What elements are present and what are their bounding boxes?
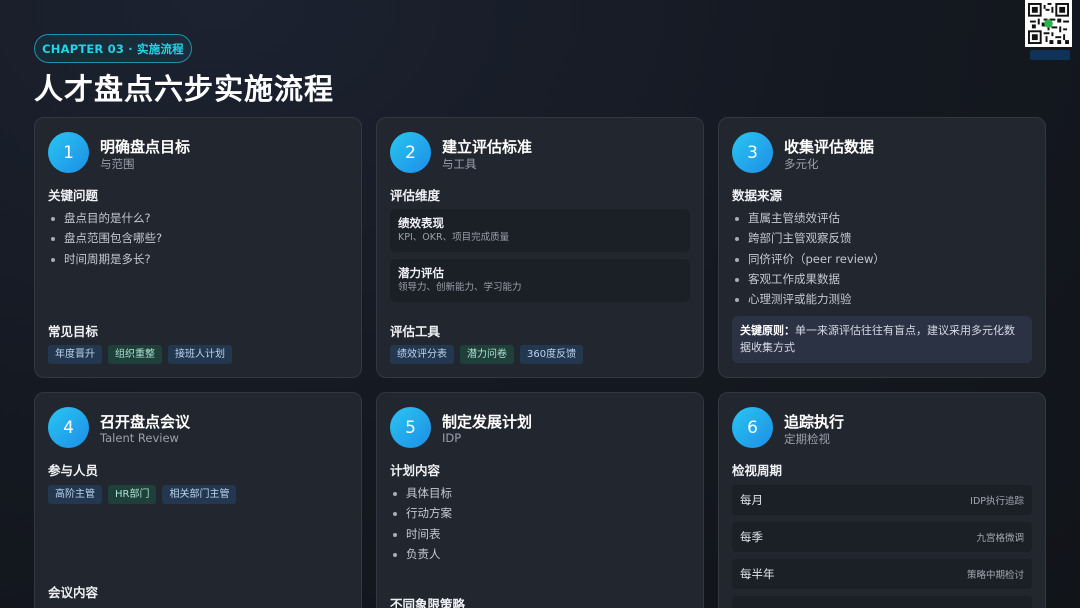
list-item: 时间周期是多长?: [50, 249, 162, 269]
tag: HR部门: [108, 485, 157, 504]
step-number: 4: [48, 407, 89, 448]
step-title: 召开盘点会议: [100, 413, 191, 431]
tag: 360度反馈: [520, 345, 584, 364]
review-period: 每季: [740, 530, 763, 544]
page-title: 人才盘点六步实施流程: [34, 72, 335, 106]
bullet-list: 直属主管绩效评估 跨部门主管观察反馈 同侪评价（peer review） 客观工…: [734, 208, 885, 309]
qr-caption: [1030, 50, 1070, 60]
review-row: [732, 596, 1032, 608]
dimension-desc: KPI、OKR、项目完成质量: [398, 232, 510, 243]
review-row: 每半年 策略中期检讨: [732, 559, 1032, 589]
list-item: 行动方案: [392, 503, 452, 523]
step-title: 明确盘点目标: [100, 138, 191, 156]
step-subtitle: 定期检视: [784, 432, 830, 446]
bullet-list: 盘点目的是什么? 盘点范围包含哪些? 时间周期是多长?: [50, 208, 162, 269]
tag-list: 高阶主管 HR部门 相关部门主管: [48, 485, 237, 504]
tag: 潜力问卷: [460, 345, 514, 364]
step-subtitle: Talent Review: [100, 431, 179, 445]
section-heading: 会议内容: [48, 585, 99, 600]
section-heading: 数据来源: [732, 188, 783, 203]
review-action: 九宫格微调: [976, 533, 1024, 544]
step-number: 2: [390, 132, 431, 173]
step-card-5: 5 制定发展计划 IDP 计划内容 具体目标 行动方案 时间表 负责人 不同象限…: [376, 392, 704, 608]
step-number: 1: [48, 132, 89, 173]
list-item: 具体目标: [392, 483, 452, 503]
step-subtitle: 与工具: [442, 157, 477, 171]
review-period: 每半年: [740, 567, 775, 581]
step-card-3: 3 收集评估数据 多元化 数据来源 直属主管绩效评估 跨部门主管观察反馈 同侪评…: [718, 117, 1046, 378]
tag: 组织重整: [108, 345, 162, 364]
list-item: 客观工作成果数据: [734, 269, 885, 289]
review-period: 每月: [740, 493, 763, 507]
tag: 高阶主管: [48, 485, 102, 504]
dimension-box: 潜力评估 领导力、创新能力、学习能力: [390, 259, 690, 302]
step-card-1: 1 明确盘点目标 与范围 关键问题 盘点目的是什么? 盘点范围包含哪些? 时间周…: [34, 117, 362, 378]
section-heading: 关键问题: [48, 188, 99, 203]
dimension-name: 绩效表现: [398, 216, 444, 230]
step-subtitle: 与范围: [100, 157, 135, 171]
tag: 接班人计划: [168, 345, 232, 364]
step-subtitle: 多元化: [784, 157, 819, 171]
dimension-name: 潜力评估: [398, 266, 444, 280]
review-row: 每季 九宫格微调: [732, 522, 1032, 552]
tag-list: 绩效评分表 潜力问卷 360度反馈: [390, 345, 584, 364]
review-action: 策略中期检讨: [966, 570, 1024, 581]
list-item: 同侪评价（peer review）: [734, 249, 885, 269]
step-subtitle: IDP: [442, 431, 462, 445]
key-principle-note: 关键原则：单一来源评估往往有盲点，建议采用多元化数据收集方式: [732, 316, 1032, 363]
section-heading: 检视周期: [732, 463, 783, 478]
step-number: 3: [732, 132, 773, 173]
step-title: 追踪执行: [784, 413, 845, 431]
section-heading: 评估维度: [390, 188, 441, 203]
step-card-4: 4 召开盘点会议 Talent Review 参与人员 高阶主管 HR部门 相关…: [34, 392, 362, 608]
section-heading: 常见目标: [48, 324, 99, 339]
tag: 相关部门主管: [162, 485, 237, 504]
list-item: 跨部门主管观察反馈: [734, 228, 885, 248]
step-card-6: 6 追踪执行 定期检视 检视周期 每月 IDP执行追踪 每季 九宫格微调 每半年…: [718, 392, 1046, 608]
list-item: 心理测评或能力测验: [734, 289, 885, 309]
tag-list: 年度晋升 组织重整 接班人计划: [48, 345, 232, 364]
list-item: 盘点范围包含哪些?: [50, 228, 162, 248]
section-heading: 评估工具: [390, 324, 441, 339]
section-heading: 参与人员: [48, 463, 99, 478]
dimension-desc: 领导力、创新能力、学习能力: [398, 282, 522, 293]
step-title: 收集评估数据: [784, 138, 875, 156]
step-title: 建立评估标准: [442, 138, 533, 156]
list-item: 负责人: [392, 544, 452, 564]
chapter-badge: CHAPTER 03 · 实施流程: [34, 34, 192, 63]
qr-code-icon: [1028, 3, 1069, 44]
tag: 年度晋升: [48, 345, 102, 364]
note-label: 关键原则：: [740, 324, 795, 337]
qr-code: [1025, 0, 1072, 47]
list-item: 时间表: [392, 524, 452, 544]
bullet-list: 具体目标 行动方案 时间表 负责人: [392, 483, 452, 564]
step-card-2: 2 建立评估标准 与工具 评估维度 绩效表现 KPI、OKR、项目完成质量 潜力…: [376, 117, 704, 378]
step-number: 6: [732, 407, 773, 448]
tag: 绩效评分表: [390, 345, 454, 364]
step-title: 制定发展计划: [442, 413, 533, 431]
list-item: 直属主管绩效评估: [734, 208, 885, 228]
review-row: 每月 IDP执行追踪: [732, 485, 1032, 515]
review-action: IDP执行追踪: [970, 496, 1024, 507]
section-heading: 不同象限策略: [390, 597, 466, 608]
step-number: 5: [390, 407, 431, 448]
section-heading: 计划内容: [390, 463, 441, 478]
list-item: 盘点目的是什么?: [50, 208, 162, 228]
dimension-box: 绩效表现 KPI、OKR、项目完成质量: [390, 209, 690, 252]
